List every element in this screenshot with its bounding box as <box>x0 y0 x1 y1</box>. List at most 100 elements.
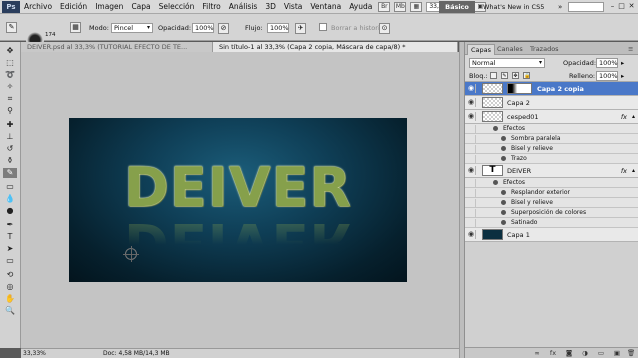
layer-cesped01[interactable]: ◉ cesped01 fx ▴ <box>465 110 638 124</box>
effect-row-satinado[interactable]: Satinado <box>465 218 638 228</box>
tab-deiver-psd[interactable]: DEIVER.psd al 33,3% (TUTORIAL EFECTO DE … <box>21 42 213 52</box>
brush-panel-icon[interactable]: ▦ <box>70 22 81 33</box>
erase-to-history-checkbox[interactable] <box>319 23 327 31</box>
3d-orbit-tool-icon[interactable]: ◎ <box>3 282 17 292</box>
eye-icon[interactable]: ◉ <box>467 112 476 121</box>
menu-archivo[interactable]: Archivo <box>20 2 56 11</box>
airbrush-icon[interactable]: ✈ <box>295 23 306 34</box>
blur-tool-icon[interactable]: 💧 <box>3 194 17 204</box>
effect-eye-cell[interactable] <box>467 179 476 187</box>
menu-3d[interactable]: 3D <box>261 2 280 11</box>
flow-field[interactable]: 100% <box>267 23 289 33</box>
layer-capa-2[interactable]: ◉ Capa 2 <box>465 96 638 110</box>
layer-capa-1[interactable]: ◉ Capa 1 <box>465 228 638 242</box>
tab-sin-titulo[interactable]: Sin título-1 al 33,3% (Capa 2 copia, Más… <box>213 42 458 52</box>
effect-eye-icon[interactable] <box>501 156 506 161</box>
menu-edicion[interactable]: Edición <box>56 2 91 11</box>
pressure-opacity-icon[interactable]: ⊘ <box>218 23 229 34</box>
hand-tool-icon[interactable]: ✋ <box>3 294 17 304</box>
effect-eye-cell[interactable] <box>467 125 476 133</box>
move-tool-icon[interactable]: ✥ <box>3 46 17 56</box>
effect-eye-icon[interactable] <box>501 220 506 225</box>
quick-selection-tool-icon[interactable]: ✧ <box>3 82 17 92</box>
delete-layer-icon[interactable]: 🗑 <box>627 349 635 357</box>
brush-tool-preset-icon[interactable]: ✎ <box>6 22 17 33</box>
adjustment-layer-icon[interactable]: ◑ <box>581 349 589 357</box>
lock-transparent-icon[interactable] <box>490 72 497 79</box>
workspace-more-icon[interactable]: » <box>558 1 562 13</box>
eye-icon[interactable]: ◉ <box>467 166 476 175</box>
effect-eye-cell[interactable] <box>467 145 476 153</box>
crop-tool-icon[interactable]: ⌗ <box>3 94 17 104</box>
workspace-basic-button[interactable]: Básico <box>439 1 475 13</box>
menu-capa[interactable]: Capa <box>127 2 154 11</box>
effect-eye-icon[interactable] <box>501 146 506 151</box>
effect-row-trazo[interactable]: Trazo <box>465 154 638 164</box>
menu-ventana[interactable]: Ventana <box>306 2 345 11</box>
lock-image-icon[interactable]: ✎ <box>501 72 508 79</box>
effect-eye-icon[interactable] <box>501 190 506 195</box>
effect-row-superposicion[interactable]: Superposición de colores <box>465 208 638 218</box>
effect-row-resplandor[interactable]: Resplandor exterior <box>465 188 638 198</box>
pen-tool-icon[interactable]: ✒ <box>3 220 17 230</box>
3d-rotate-tool-icon[interactable]: ⟲ <box>3 270 17 280</box>
fill-chevron-icon[interactable]: ▸ <box>621 72 624 80</box>
effect-eye-cell[interactable] <box>467 155 476 163</box>
hand-extras-icon[interactable]: ▦ <box>410 1 423 12</box>
layer-opacity-field[interactable]: 100% <box>596 58 618 68</box>
close-icon[interactable]: ✕ <box>627 2 636 11</box>
new-group-icon[interactable]: ▭ <box>597 349 605 357</box>
opacity-chevron-icon[interactable]: ▸ <box>621 59 624 67</box>
dodge-tool-icon[interactable]: ● <box>3 206 17 216</box>
effect-row-sombra[interactable]: Sombra paralela <box>465 134 638 144</box>
effect-eye-icon[interactable] <box>501 200 506 205</box>
effect-eye-icon[interactable] <box>501 210 506 215</box>
minibridge-icon[interactable]: Mb <box>394 1 407 12</box>
link-layers-icon[interactable]: ∞ <box>533 349 541 357</box>
shape-tool-icon[interactable]: ▭ <box>3 256 17 266</box>
menu-filtro[interactable]: Filtro <box>198 2 224 11</box>
opacity-field[interactable]: 100% <box>192 23 214 33</box>
lock-all-icon[interactable]: 🔒 <box>523 72 530 79</box>
panel-menu-icon[interactable]: ≡ <box>625 44 636 55</box>
fx-icon[interactable]: fx <box>621 167 627 175</box>
new-layer-icon[interactable]: ▣ <box>613 349 621 357</box>
effect-row-efectos-2[interactable]: Efectos <box>465 178 638 188</box>
minimize-icon[interactable]: – <box>608 2 617 11</box>
layer-capa-2-copia[interactable]: ◉ Capa 2 copia <box>465 82 638 96</box>
blend-mode-select[interactable]: Normal ▾ <box>469 58 545 68</box>
chevron-up-icon[interactable]: ▴ <box>632 167 635 174</box>
effects-eye-icon[interactable] <box>493 180 498 185</box>
menu-vista[interactable]: Vista <box>280 2 307 11</box>
eye-icon[interactable]: ◉ <box>467 230 476 239</box>
effect-eye-cell[interactable] <box>467 135 476 143</box>
tab-trazados[interactable]: Trazados <box>527 44 562 55</box>
effect-row-bisel-2[interactable]: Bisel y relieve <box>465 198 638 208</box>
menu-imagen[interactable]: Imagen <box>91 2 127 11</box>
effect-eye-cell[interactable] <box>467 189 476 197</box>
tab-canales[interactable]: Canales <box>494 44 526 55</box>
add-mask-icon[interactable]: ◙ <box>565 349 573 357</box>
canvas-area[interactable]: DEIVER DEIVER <box>21 52 459 348</box>
clone-stamp-tool-icon[interactable]: ⊥ <box>3 132 17 142</box>
eye-icon[interactable]: ◉ <box>467 98 476 107</box>
bridge-icon[interactable]: Br <box>378 1 391 12</box>
eye-icon[interactable]: ◉ <box>467 84 476 93</box>
menu-ayuda[interactable]: Ayuda <box>345 2 376 11</box>
effect-eye-cell[interactable] <box>467 219 476 227</box>
fx-icon[interactable]: fx <box>621 113 627 121</box>
artwork-canvas[interactable]: DEIVER DEIVER <box>69 118 407 282</box>
effects-eye-icon[interactable] <box>493 126 498 131</box>
mixer-brush-tool-icon[interactable]: ⚱ <box>3 156 17 166</box>
type-tool-icon[interactable]: T <box>3 232 17 242</box>
marquee-tool-icon[interactable]: ⬚ <box>3 58 17 68</box>
healing-brush-tool-icon[interactable]: ✚ <box>3 120 17 130</box>
add-style-icon[interactable]: fx <box>549 349 557 357</box>
maximize-icon[interactable]: □ <box>617 2 626 11</box>
cs-live-search-input[interactable] <box>568 2 604 12</box>
effect-eye-cell[interactable] <box>467 209 476 217</box>
eyedropper-tool-icon[interactable]: ⚲ <box>3 106 17 116</box>
history-brush-tool-icon[interactable]: ↺ <box>3 144 17 154</box>
zoom-tool-icon[interactable]: 🔍 <box>3 306 17 316</box>
layer-mask-thumbnail[interactable] <box>507 83 532 94</box>
